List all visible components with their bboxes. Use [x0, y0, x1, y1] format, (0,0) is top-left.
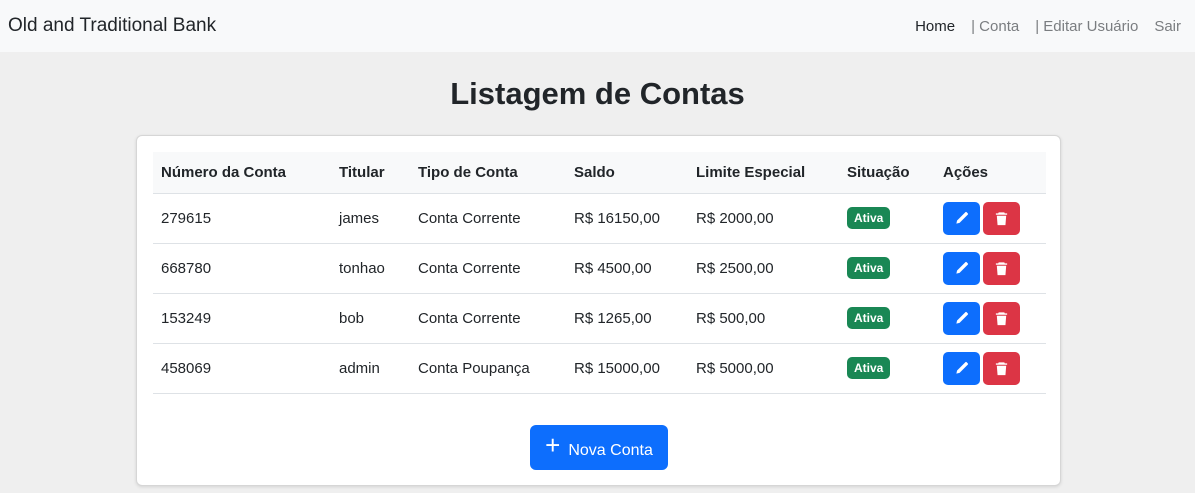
cell-acoes [935, 193, 1046, 244]
cell-tipo-conta: Conta Corrente [410, 293, 566, 344]
table-row: 279615 james Conta Corrente R$ 16150,00 R$ 2… [153, 193, 1046, 244]
delete-button[interactable] [983, 301, 1020, 335]
cell-saldo: R$ 1265,00 [566, 293, 688, 344]
header-saldo: Saldo [566, 152, 688, 194]
cell-situacao: Ativa [839, 343, 935, 394]
status-badge: Ativa [847, 307, 891, 329]
nav-links: Home | Conta | Editar Usuário Sair [915, 18, 1187, 35]
new-account-button[interactable]: + Nova Conta [530, 425, 668, 470]
delete-button[interactable] [983, 201, 1020, 235]
trash-icon [994, 211, 1009, 226]
delete-button[interactable] [983, 251, 1020, 285]
cell-saldo: R$ 16150,00 [566, 193, 688, 244]
cell-titular: admin [331, 343, 410, 394]
edit-button[interactable] [943, 301, 980, 335]
status-badge: Ativa [847, 357, 891, 379]
cell-acoes [935, 293, 1046, 344]
cell-saldo: R$ 15000,00 [566, 343, 688, 394]
cell-numero-conta: 458069 [153, 343, 331, 394]
table-header-row: Número da Conta Titular Tipo de Conta Sa… [153, 152, 1046, 194]
new-account-label: Nova Conta [568, 441, 653, 459]
edit-button[interactable] [943, 251, 980, 285]
status-badge: Ativa [847, 257, 891, 279]
cell-situacao: Ativa [839, 293, 935, 344]
nav-editar-usuario-link[interactable]: | Editar Usuário [1035, 18, 1138, 35]
cell-limite-especial: R$ 2500,00 [688, 243, 839, 294]
navbar: Old and Traditional Bank Home | Conta | … [0, 0, 1195, 52]
cell-numero-conta: 279615 [153, 193, 331, 244]
page-title: Listagem de Contas [450, 76, 745, 111]
header-titular: Titular [331, 152, 410, 194]
brand-link[interactable]: Old and Traditional Bank [8, 15, 216, 37]
delete-button[interactable] [983, 351, 1020, 385]
cell-tipo-conta: Conta Corrente [410, 193, 566, 244]
cell-tipo-conta: Conta Corrente [410, 243, 566, 294]
cell-numero-conta: 153249 [153, 293, 331, 344]
edit-button[interactable] [943, 351, 980, 385]
cell-situacao: Ativa [839, 193, 935, 244]
header-tipo-conta: Tipo de Conta [410, 152, 566, 194]
status-badge: Ativa [847, 207, 891, 229]
pencil-icon [954, 311, 969, 326]
header-acoes: Ações [935, 152, 1046, 194]
cell-numero-conta: 668780 [153, 243, 331, 294]
plus-icon: + [545, 429, 561, 460]
trash-icon [994, 361, 1009, 376]
cell-situacao: Ativa [839, 243, 935, 294]
table-row: 668780 tonhao Conta Corrente R$ 4500,00 R$ 2… [153, 243, 1046, 294]
table-row: 153249 bob Conta Corrente R$ 1265,00 R$ 500,… [153, 293, 1046, 344]
trash-icon [994, 261, 1009, 276]
pencil-icon [954, 211, 969, 226]
cell-titular: tonhao [331, 243, 410, 294]
accounts-table: Número da Conta Titular Tipo de Conta Sa… [153, 152, 1046, 394]
cell-titular: james [331, 193, 410, 244]
cell-acoes [935, 243, 1046, 294]
cell-titular: bob [331, 293, 410, 344]
cell-tipo-conta: Conta Poupança [410, 343, 566, 394]
nav-sair-link[interactable]: Sair [1154, 18, 1181, 35]
edit-button[interactable] [943, 201, 980, 235]
pencil-icon [954, 361, 969, 376]
cell-acoes [935, 343, 1046, 394]
nav-home-link[interactable]: Home [915, 18, 955, 35]
pencil-icon [954, 261, 969, 276]
header-situacao: Situação [839, 152, 935, 194]
cell-limite-especial: R$ 5000,00 [688, 343, 839, 394]
table-row: 458069 admin Conta Poupança R$ 15000,00 R$ 5… [153, 343, 1046, 394]
header-limite-especial: Limite Especial [688, 152, 839, 194]
nav-conta-link[interactable]: | Conta [971, 18, 1019, 35]
header-numero-conta: Número da Conta [153, 152, 331, 194]
accounts-card: Número da Conta Titular Tipo de Conta Sa… [136, 135, 1061, 486]
trash-icon [994, 311, 1009, 326]
cell-limite-especial: R$ 500,00 [688, 293, 839, 344]
cell-saldo: R$ 4500,00 [566, 243, 688, 294]
table-body: 279615 james Conta Corrente R$ 16150,00 R$ 2… [153, 193, 1046, 394]
cell-limite-especial: R$ 2000,00 [688, 193, 839, 244]
